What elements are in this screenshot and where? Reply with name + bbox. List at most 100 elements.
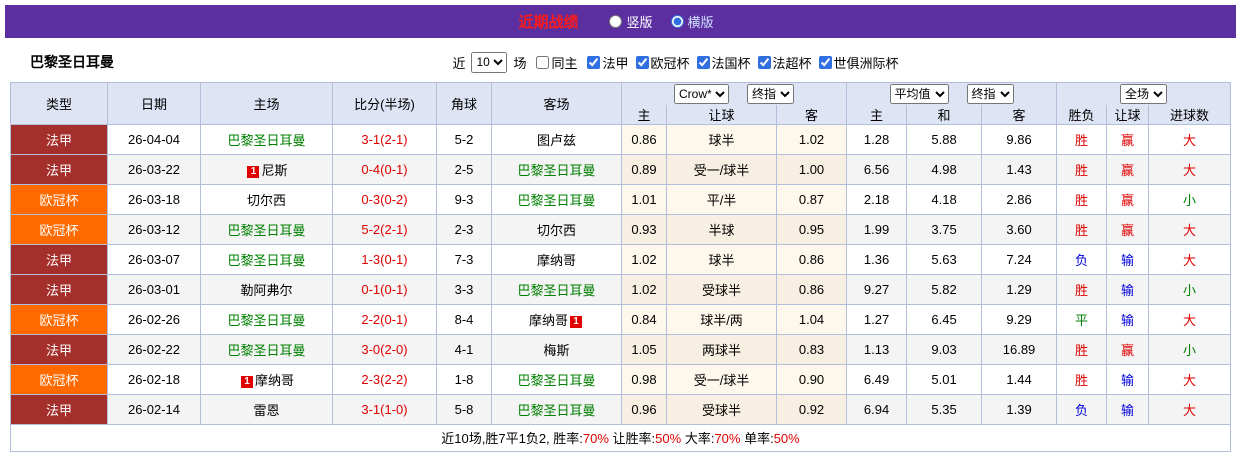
score-cell: 1-3(0-1): [332, 243, 437, 275]
league-type-cell: 欧冠杯: [10, 363, 108, 395]
league-checkbox[interactable]: [587, 55, 601, 69]
away-team-cell: 巴黎圣日耳曼: [491, 273, 622, 305]
away-team-cell: 图卢兹: [491, 123, 622, 155]
league-filter-item[interactable]: 法超杯: [757, 53, 812, 72]
avg-away-cell: 7.24: [981, 243, 1058, 275]
corner-cell: 5-2: [436, 123, 492, 155]
avg-stage-select[interactable]: 终指: [966, 83, 1014, 104]
league-label: 世俱洲际杯: [833, 55, 899, 71]
odds-away-cell: 0.92: [775, 393, 848, 425]
goals-result-cell: 大: [1148, 363, 1232, 395]
handicap-result-cell: 输: [1106, 393, 1150, 425]
away-team-cell: 巴黎圣日耳曼: [491, 393, 622, 425]
odds-away-cell: 0.86: [775, 243, 848, 275]
home-team-name: 巴黎圣日耳曼: [227, 252, 306, 268]
results-table: 类型 日期 主场 比分(半场) 角球 客场 Crow* 终指 平均值 终指 全场: [9, 82, 1232, 452]
match-row: 欧冠杯 26-02-18 1 摩纳哥 2-3(2-2) 1-8 巴黎圣日耳曼 0.98 受一/球…: [10, 363, 1232, 395]
league-checkbox[interactable]: [696, 55, 710, 69]
league-checkbox[interactable]: [635, 55, 649, 69]
match-date-cell: 26-03-12: [107, 213, 201, 245]
col-result: 胜负: [1056, 104, 1108, 125]
odds-stage-select[interactable]: 终指: [747, 83, 795, 104]
league-type-cell: 法甲: [10, 333, 108, 365]
odds-home-cell: 0.89: [621, 153, 667, 185]
layout-radio-vertical-input[interactable]: [609, 15, 623, 28]
away-team-cell: 摩纳哥 1: [491, 303, 622, 335]
col-handicap-result: 让球: [1106, 104, 1150, 125]
match-date-cell: 26-04-04: [107, 123, 201, 155]
league-filter-item[interactable]: 欧冠杯: [635, 53, 690, 72]
col-score: 比分(半场): [332, 82, 437, 125]
away-team-name: 切尔西: [536, 222, 576, 238]
odds-handicap-cell: 受球半: [666, 273, 777, 305]
layout-radio-horizontal-input[interactable]: [670, 15, 684, 28]
league-label: 欧冠杯: [650, 55, 690, 71]
handicap-result-cell: 赢: [1106, 333, 1150, 365]
away-team-name: 巴黎圣日耳曼: [517, 282, 596, 298]
odds-home-cell: 1.02: [621, 273, 667, 305]
odds-handicap-cell: 球半: [666, 243, 777, 275]
score-cell: 3-1(1-0): [332, 393, 437, 425]
goals-result-cell: 小: [1148, 333, 1232, 365]
avg-away-cell: 1.39: [981, 393, 1058, 425]
league-label: 法国杯: [711, 55, 751, 71]
home-team-cell: 巴黎圣日耳曼: [200, 123, 333, 155]
red-card-badge: 1: [247, 165, 260, 178]
layout-radio-horizontal-label: 横版: [687, 15, 714, 30]
odds-home-cell: 1.02: [621, 243, 667, 275]
red-card-badge: 1: [240, 375, 253, 388]
avg-home-cell: 1.99: [846, 213, 908, 245]
same-home-checkbox[interactable]: [536, 55, 550, 69]
home-team-cell: 勒阿弗尔: [200, 273, 333, 305]
home-team-cell: 巴黎圣日耳曼: [200, 303, 333, 335]
league-filter-item[interactable]: 法国杯: [696, 53, 751, 72]
league-filter-item[interactable]: 世俱洲际杯: [818, 53, 899, 72]
handicap-result-cell: 输: [1106, 243, 1150, 275]
odds-home-cell: 0.86: [621, 123, 667, 155]
home-team-cell: 1 尼斯: [200, 153, 333, 185]
scope-select[interactable]: 全场: [1120, 83, 1168, 104]
avg-home-cell: 1.27: [846, 303, 908, 335]
odds-away-cell: 0.87: [775, 183, 848, 215]
odds-company-select[interactable]: Crow*: [674, 83, 730, 104]
odds-away-cell: 1.02: [775, 123, 848, 155]
result-cell: 胜: [1056, 333, 1108, 365]
odds-home-cell: 0.93: [621, 213, 667, 245]
league-filter-item[interactable]: 法甲: [587, 53, 629, 72]
match-row: 法甲 26-03-22 1 尼斯 0-4(0-1) 2-5 巴黎圣日耳曼 0.89 受一/球半 1…: [10, 153, 1232, 185]
summary-text: 50%: [655, 431, 682, 446]
corner-cell: 9-3: [436, 183, 492, 215]
same-home-filter-item[interactable]: 同主: [536, 53, 577, 72]
corner-cell: 8-4: [436, 303, 492, 335]
match-row: 欧冠杯 26-02-26 巴黎圣日耳曼 2-2(0-1) 8-4 摩纳哥 1 0.84 球半/两…: [10, 303, 1232, 335]
avg-type-select[interactable]: 平均值: [889, 83, 949, 104]
result-cell: 胜: [1056, 183, 1108, 215]
recent-count-select[interactable]: 10: [471, 51, 508, 73]
away-team-cell: 切尔西: [491, 213, 622, 245]
result-cell: 负: [1056, 393, 1108, 425]
avg-draw-cell: 5.63: [906, 243, 983, 275]
avg-away-cell: 3.60: [981, 213, 1058, 245]
home-team-name: 巴黎圣日耳曼: [227, 222, 306, 238]
score-cell: 0-1(0-1): [332, 273, 437, 305]
summary-text: 让胜率:: [608, 431, 656, 446]
layout-radio-horizontal[interactable]: 横版: [670, 12, 714, 31]
away-team-cell: 摩纳哥: [491, 243, 622, 275]
avg-draw-cell: 3.75: [906, 213, 983, 245]
home-team-cell: 切尔西: [200, 183, 333, 215]
league-label: 法甲: [602, 55, 629, 71]
league-checkbox[interactable]: [757, 55, 771, 69]
layout-radio-vertical[interactable]: 竖版: [609, 12, 653, 31]
summary-text: 70%: [714, 431, 741, 446]
odds-handicap-cell: 受一/球半: [666, 363, 777, 395]
match-row: 欧冠杯 26-03-18 切尔西 0-3(0-2) 9-3 巴黎圣日耳曼 1.01 平/半 0.…: [10, 183, 1232, 215]
away-team-name: 巴黎圣日耳曼: [517, 402, 596, 418]
topbar: 近期战绩 竖版 横版: [5, 5, 1236, 38]
league-checkbox[interactable]: [818, 55, 832, 69]
result-cell: 胜: [1056, 213, 1108, 245]
avg-draw-cell: 9.03: [906, 333, 983, 365]
corner-cell: 2-3: [436, 213, 492, 245]
away-team-name: 巴黎圣日耳曼: [517, 162, 596, 178]
match-row: 法甲 26-03-01 勒阿弗尔 0-1(0-1) 3-3 巴黎圣日耳曼 1.02 受球半 0.…: [10, 273, 1232, 305]
matches-label: 场: [513, 55, 527, 71]
